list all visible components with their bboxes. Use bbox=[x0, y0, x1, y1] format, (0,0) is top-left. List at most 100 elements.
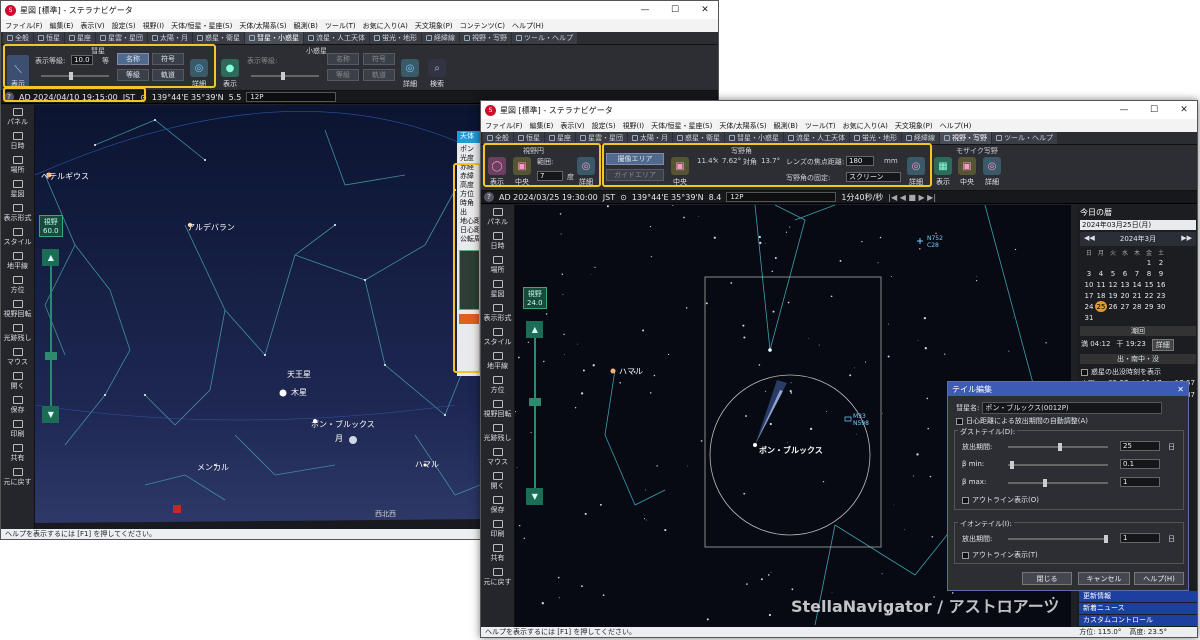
asteroid-show-button[interactable]: ● 表示 bbox=[219, 55, 241, 89]
calendar-day[interactable]: 11 bbox=[1095, 279, 1107, 290]
menu-item-5[interactable]: 天体/恒星・星座(S) bbox=[171, 21, 232, 31]
help-icon[interactable]: ? bbox=[4, 92, 14, 102]
sidebar-item-7[interactable]: 方位 bbox=[491, 376, 505, 395]
coordinates[interactable]: 139°44'E 35°39'N bbox=[152, 93, 224, 102]
calendar-day[interactable]: 19 bbox=[1107, 290, 1119, 301]
calendar-day[interactable]: 27 bbox=[1119, 301, 1131, 312]
speed-select[interactable]: 12P bbox=[246, 92, 337, 102]
speed-select[interactable]: 12P bbox=[726, 192, 837, 202]
mosaic-center-button[interactable]: ▣ 中央 bbox=[957, 153, 977, 187]
tab-7[interactable]: 流星・人工天体 bbox=[784, 132, 849, 144]
minimize-button[interactable]: — bbox=[1111, 105, 1137, 115]
sidebar-item-13[interactable]: 印刷 bbox=[491, 520, 505, 539]
tab-3[interactable]: 星雲・星団 bbox=[576, 132, 627, 144]
ion-outline-check[interactable]: アウトライン表示(T) bbox=[962, 550, 1038, 560]
prev-month-button[interactable]: ◀◀ bbox=[1084, 234, 1095, 244]
star-label-menkar[interactable]: メンカル bbox=[197, 462, 229, 473]
calendar-day[interactable]: 20 bbox=[1119, 290, 1131, 301]
asteroid-magnitude-toggle[interactable]: 等級 bbox=[327, 69, 359, 81]
tide-detail-button[interactable]: 詳細 bbox=[1151, 339, 1174, 351]
menu-item-11[interactable]: ヘルプ(H) bbox=[940, 121, 972, 131]
menu-item-0[interactable]: ファイル(F) bbox=[485, 121, 523, 131]
menu-item-3[interactable]: 設定(S) bbox=[592, 121, 616, 131]
tab-2[interactable]: 星座 bbox=[545, 132, 575, 144]
menu-item-1[interactable]: 編集(E) bbox=[530, 121, 554, 131]
dialog-close-icon[interactable]: ✕ bbox=[1177, 385, 1184, 394]
comet-orbit-toggle[interactable]: 軌道 bbox=[152, 69, 184, 81]
comet-name-toggle[interactable]: 名称 bbox=[117, 53, 149, 65]
news-link-1[interactable]: 新着ニュース bbox=[1079, 603, 1197, 614]
sensor-center-button[interactable]: ▣ 中央 bbox=[669, 153, 691, 187]
tab-1[interactable]: 恒星 bbox=[514, 132, 544, 144]
tab-3[interactable]: 星雲・星団 bbox=[96, 32, 147, 44]
tab-9[interactable]: 経緯線 bbox=[422, 32, 459, 44]
mosaic-detail-button[interactable]: ◎ 詳細 bbox=[982, 153, 1002, 187]
fix-select[interactable]: スクリーン bbox=[846, 172, 901, 182]
tab-10[interactable]: 視野・写野 bbox=[940, 132, 991, 144]
datetime-display[interactable]: AD 2024/04/10 19:15:00 bbox=[19, 93, 118, 102]
mag-input[interactable]: 10.0 bbox=[71, 55, 93, 65]
news-link-2[interactable]: カスタムコントロール bbox=[1079, 615, 1197, 626]
comet-label[interactable]: ポン・ブルックス bbox=[311, 419, 375, 430]
planet-rise-check[interactable]: 惑星の出没時刻を表示 bbox=[1077, 367, 1197, 377]
sidebar-item-5[interactable]: スタイル bbox=[4, 228, 32, 247]
calendar-day[interactable]: 22 bbox=[1143, 290, 1155, 301]
tab-8[interactable]: 蛍光・地形 bbox=[850, 132, 901, 144]
sidebar-item-14[interactable]: 共有 bbox=[491, 544, 505, 563]
ngc-label[interactable]: N752 C28 bbox=[927, 235, 943, 249]
mosaic-show-button[interactable]: ▦ 表示 bbox=[933, 153, 953, 187]
sidebar-item-1[interactable]: 日時 bbox=[11, 132, 25, 151]
menu-item-2[interactable]: 表示(V) bbox=[80, 21, 104, 31]
tab-4[interactable]: 太陽・月 bbox=[628, 132, 672, 144]
sidebar-item-4[interactable]: 表示形式 bbox=[4, 204, 32, 223]
ion-period-slider[interactable] bbox=[1008, 535, 1108, 543]
calendar-day[interactable]: 17 bbox=[1083, 290, 1095, 301]
sidebar-item-15[interactable]: 元に戻す bbox=[4, 468, 32, 487]
menu-item-6[interactable]: 天体/太陽系(S) bbox=[239, 21, 286, 31]
sidebar-item-13[interactable]: 印刷 bbox=[11, 420, 25, 439]
tab-9[interactable]: 経緯線 bbox=[902, 132, 939, 144]
calendar-day[interactable]: 25 bbox=[1095, 301, 1107, 312]
comet-label[interactable]: ポン・ブルックス bbox=[759, 445, 823, 456]
sensor-detail-button[interactable]: ◎ 詳細 bbox=[906, 153, 926, 187]
search-button[interactable]: ⌕ 検索 bbox=[427, 55, 447, 89]
zoom-in-button[interactable]: ▲ bbox=[526, 321, 544, 338]
calendar-day[interactable]: 2 bbox=[1155, 257, 1167, 268]
calendar-day[interactable]: 6 bbox=[1119, 268, 1131, 279]
menu-item-1[interactable]: 編集(E) bbox=[50, 21, 74, 31]
calendar-day[interactable]: 23 bbox=[1155, 290, 1167, 301]
sidebar-item-3[interactable]: 星図 bbox=[491, 280, 505, 299]
tab-11[interactable]: ツール・ヘルプ bbox=[512, 32, 577, 44]
help-icon[interactable]: ? bbox=[484, 192, 494, 202]
calendar-day[interactable]: 21 bbox=[1131, 290, 1143, 301]
zoom-out-button[interactable]: ▼ bbox=[42, 406, 60, 423]
calendar-day[interactable]: 7 bbox=[1131, 268, 1143, 279]
star-label-aldebaran[interactable]: アルデバラン bbox=[187, 222, 235, 233]
menu-item-5[interactable]: 天体/恒星・星座(S) bbox=[651, 121, 712, 131]
close-button[interactable]: ✕ bbox=[1171, 105, 1197, 115]
menu-item-7[interactable]: 観測(B) bbox=[774, 121, 798, 131]
tab-5[interactable]: 惑星・衛星 bbox=[193, 32, 244, 44]
calendar-day[interactable]: 18 bbox=[1095, 290, 1107, 301]
menu-item-10[interactable]: 天文現象(P) bbox=[415, 21, 453, 31]
bmax-slider[interactable] bbox=[1008, 479, 1108, 487]
m33-label[interactable]: M33 N598 bbox=[853, 413, 869, 427]
sidebar-item-5[interactable]: スタイル bbox=[484, 328, 512, 347]
sidebar-item-7[interactable]: 方位 bbox=[11, 276, 25, 295]
star-label-hamal[interactable]: ハマル bbox=[415, 459, 439, 470]
close-button[interactable]: ✕ bbox=[692, 5, 718, 15]
calendar-day[interactable]: 3 bbox=[1083, 268, 1095, 279]
calendar-day[interactable]: 15 bbox=[1143, 279, 1155, 290]
bmin-slider[interactable] bbox=[1008, 461, 1108, 469]
tab-5[interactable]: 惑星・衛星 bbox=[673, 132, 724, 144]
moon-label[interactable]: 月 bbox=[335, 433, 343, 444]
tab-0[interactable]: 全般 bbox=[483, 132, 513, 144]
sidebar-item-15[interactable]: 元に戻す bbox=[484, 568, 512, 587]
asteroid-orbit-toggle[interactable]: 軌道 bbox=[363, 69, 395, 81]
calendar-day[interactable]: 26 bbox=[1107, 301, 1119, 312]
sidebar-item-9[interactable]: 光跡残し bbox=[4, 324, 32, 343]
maximize-button[interactable]: ☐ bbox=[1141, 105, 1167, 115]
dialog-cancel-button[interactable]: キャンセル bbox=[1078, 572, 1130, 585]
sidebar-item-2[interactable]: 場所 bbox=[491, 256, 505, 275]
tab-4[interactable]: 太陽・月 bbox=[148, 32, 192, 44]
